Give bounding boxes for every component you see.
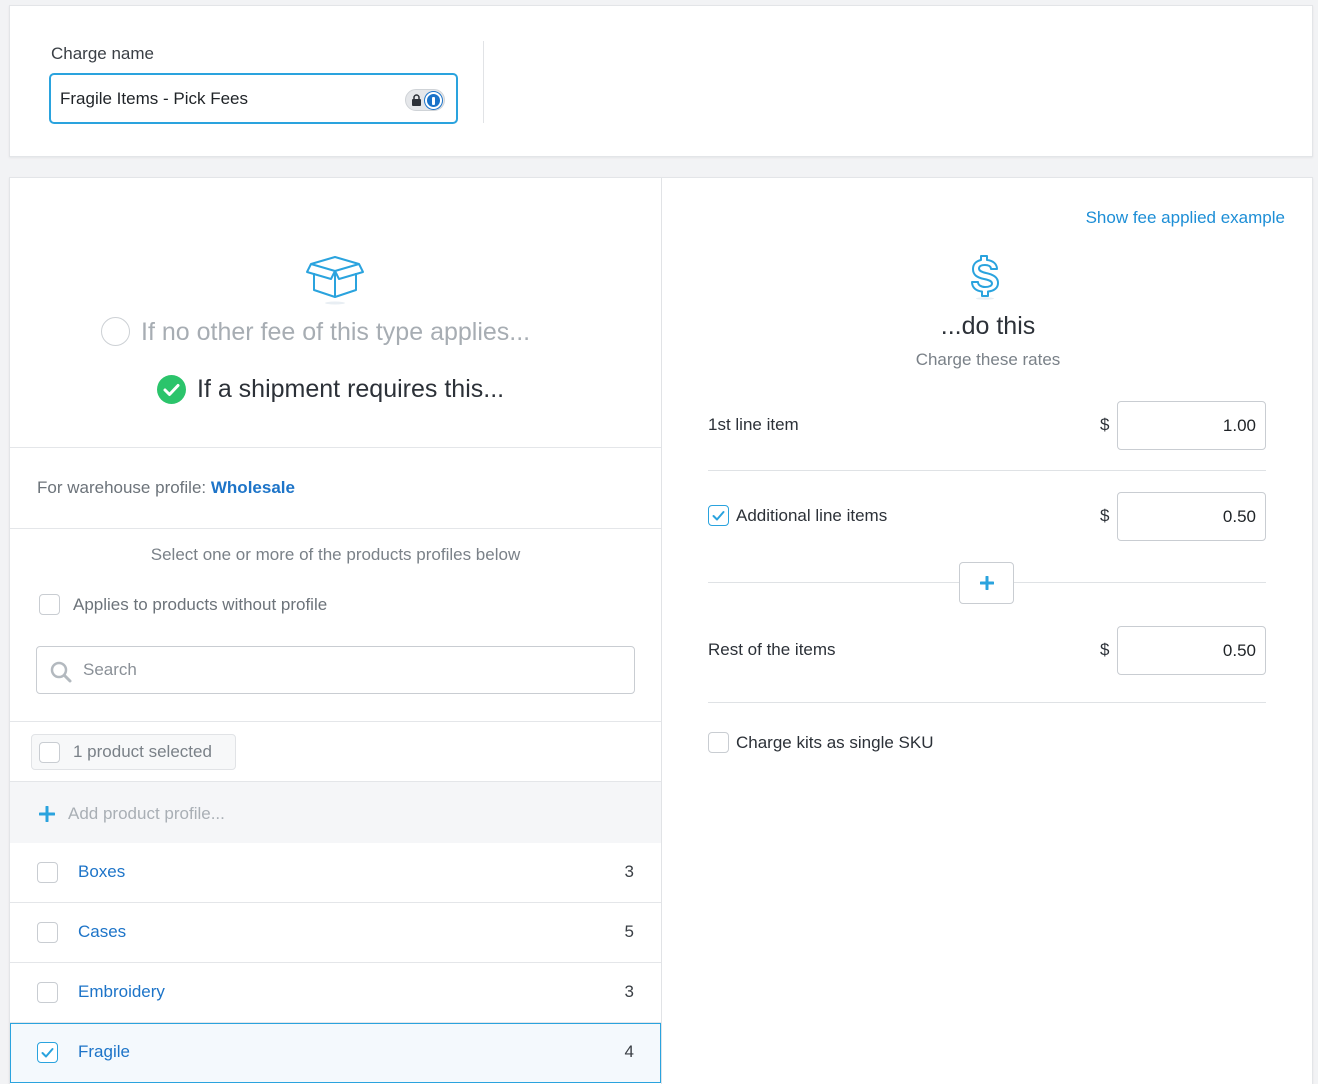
add-rate-tier-button[interactable] (959, 562, 1014, 604)
checkbox[interactable] (37, 862, 58, 883)
rest-of-items-rate-input[interactable]: 0.50 (1117, 626, 1266, 675)
search-input[interactable] (83, 656, 623, 684)
check-circle-icon[interactable] (157, 375, 186, 404)
product-profile-count: 3 (624, 982, 634, 1001)
charge-name-value: Fragile Items - Pick Fees (60, 89, 248, 108)
charge-kits-label: Charge kits as single SKU (736, 733, 934, 752)
selected-count-toggle[interactable]: 1 product selected (31, 734, 236, 770)
checkmark-icon (712, 511, 725, 521)
warehouse-profile-name[interactable]: Wholesale (211, 478, 295, 497)
product-profile-count: 4 (624, 1042, 634, 1061)
warehouse-profile-prefix: For warehouse profile: (37, 478, 211, 497)
plus-icon (39, 806, 55, 822)
add-product-profile-button[interactable]: Add product profile... (10, 782, 661, 844)
checkbox[interactable] (37, 982, 58, 1003)
add-product-profile-label: Add product profile... (68, 804, 225, 823)
option-shipment-requires-label: If a shipment requires this... (197, 375, 505, 403)
rate-label: Additional line items (736, 506, 888, 525)
divider (708, 702, 1266, 703)
first-line-rate-input[interactable]: 1.00 (1117, 401, 1266, 450)
divider (708, 470, 1266, 471)
additional-line-items-checkbox[interactable] (708, 505, 729, 526)
charge-kits-checkbox[interactable] (708, 732, 729, 753)
product-profile-name[interactable]: Boxes (78, 862, 125, 882)
currency-symbol: $ (1100, 506, 1110, 525)
charge-name-input[interactable]: Fragile Items - Pick Fees (49, 73, 458, 124)
search-field[interactable] (36, 646, 635, 694)
selected-count-label: 1 product selected (73, 742, 212, 761)
rate-value: 0.50 (1222, 641, 1256, 660)
checkbox[interactable] (37, 922, 58, 943)
select-all-checkbox[interactable] (39, 742, 60, 763)
currency-symbol: $ (1100, 415, 1110, 434)
currency-symbol: $ (1100, 640, 1110, 659)
products-without-profile-label: Applies to products without profile (73, 595, 328, 614)
product-profile-row[interactable]: Embroidery 3 (10, 963, 661, 1023)
rate-label: 1st line item (708, 415, 799, 434)
checkmark-icon (41, 1048, 54, 1058)
rate-additional-line-items: Additional line items $ 0.50 (708, 492, 1266, 544)
product-profile-name[interactable]: Cases (78, 922, 126, 942)
checkbox-checked[interactable] (37, 1042, 58, 1063)
radio-unselected[interactable] (101, 317, 130, 346)
rate-value: 0.50 (1222, 507, 1256, 526)
search-icon (50, 661, 72, 683)
warehouse-profile-line: For warehouse profile: Wholesale (37, 478, 295, 498)
charge-name-label: Charge name (51, 44, 155, 63)
action-title: ...do this (940, 312, 1036, 340)
divider (483, 41, 484, 123)
condition-panel: If no other fee of this type applies... … (10, 178, 661, 1084)
charge-name-card: Charge name Fragile Items - Pick Fees (9, 5, 1313, 157)
product-profile-row[interactable]: Cases 5 (10, 903, 661, 963)
rate-label: Rest of the items (708, 640, 836, 659)
additional-line-items-rate-input[interactable]: 0.50 (1117, 492, 1266, 541)
product-profile-row[interactable]: Boxes 3 (10, 843, 661, 903)
checkbox[interactable] (39, 594, 60, 615)
product-profile-name[interactable]: Fragile (78, 1042, 130, 1062)
rate-first-line-item: 1st line item $ 1.00 (708, 401, 1266, 453)
rate-rest-of-items: Rest of the items $ 0.50 (708, 626, 1266, 678)
fee-rule-card: If no other fee of this type applies... … (9, 177, 1313, 1084)
dollar-icon (971, 255, 999, 300)
divider (10, 447, 661, 448)
divider (10, 721, 661, 722)
rate-value: 1.00 (1222, 416, 1256, 435)
divider (10, 528, 661, 529)
product-profile-name[interactable]: Embroidery (78, 982, 165, 1002)
lock-icon (412, 94, 421, 106)
show-fee-example-link[interactable]: Show fee applied example (1086, 208, 1285, 228)
product-profile-count: 5 (624, 922, 634, 941)
action-panel: Show fee applied example ...do this Char… (662, 178, 1314, 1084)
password-manager-icon[interactable] (405, 89, 445, 111)
product-profiles-hint: Select one or more of the products profi… (150, 545, 521, 564)
box-icon (306, 256, 364, 305)
plus-icon (980, 576, 994, 590)
1password-icon (425, 92, 442, 109)
product-profile-row[interactable]: Fragile 4 (10, 1023, 661, 1083)
action-subtitle: Charge these rates (915, 350, 1061, 369)
option-no-other-fee-label: If no other fee of this type applies... (141, 318, 531, 346)
product-profile-count: 3 (624, 862, 634, 881)
